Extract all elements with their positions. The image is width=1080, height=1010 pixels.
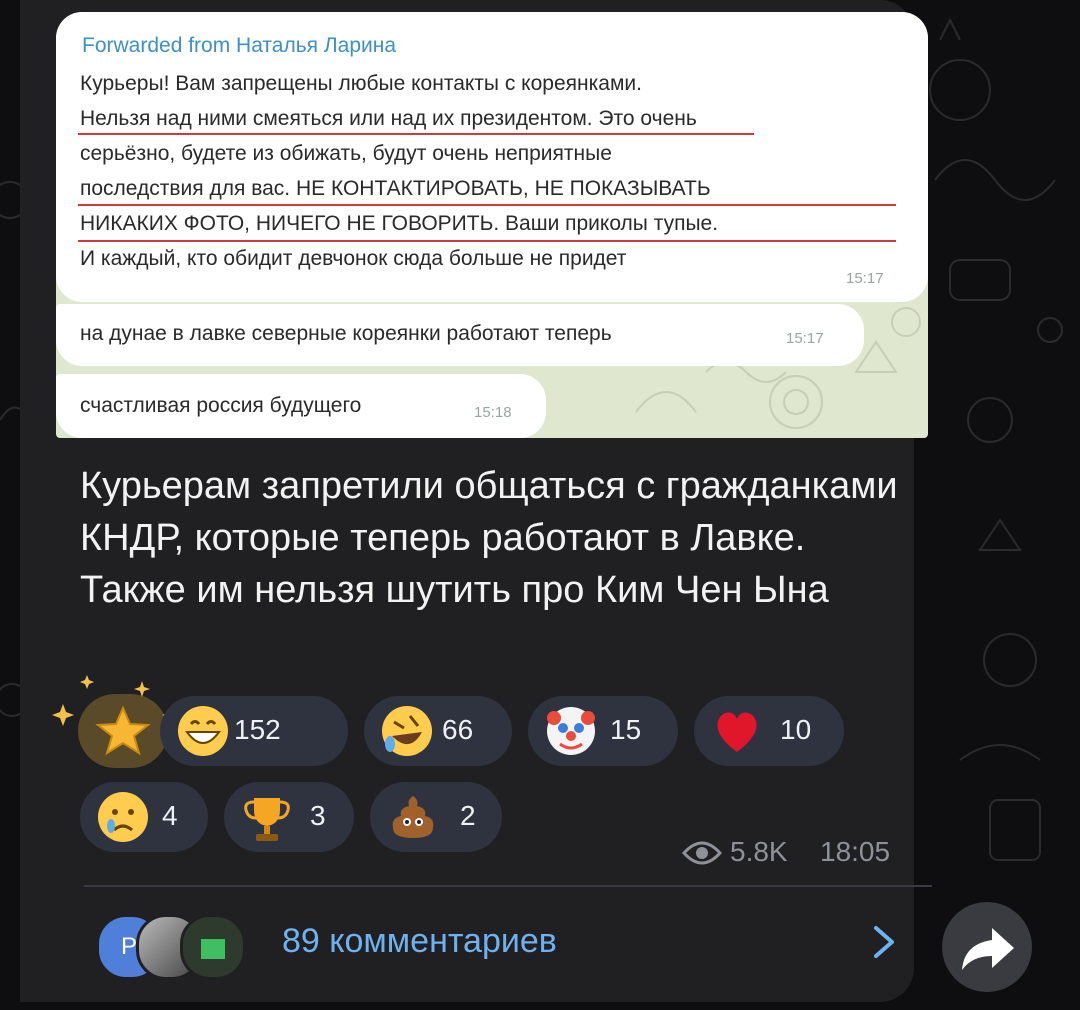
message-line: Нельзя над ними смеяться или над их през… [80,107,697,130]
reaction-chip[interactable]: 66 [364,696,512,766]
channel-post: Forwarded from Наталья Ларина Курьеры! В… [20,0,932,1002]
reaction-count: 2 [460,800,476,831]
message-timestamp: 15:17 [786,330,824,347]
red-underline [78,204,896,206]
forwarded-message-bubble: Forwarded from Наталья Ларина Курьеры! В… [56,12,928,302]
reaction-chip[interactable]: 152 [160,696,348,766]
post-time: 18:05 [820,836,891,867]
post-caption: Курьерам запретили общаться с гражданкам… [80,465,898,611]
embedded-screenshot: Forwarded from Наталья Ларина Курьеры! В… [56,12,928,438]
reaction-count: 15 [610,714,642,745]
reaction-chip[interactable]: 10 [694,696,844,766]
crying-emoji [98,792,148,842]
message-text: счастливая россия будущего [80,394,362,417]
reaction-count: 10 [780,714,812,745]
message-bubble: счастливая россия будущего 15:18 [56,374,546,438]
reaction-chip[interactable]: 4 [80,782,208,852]
divider [84,885,932,887]
red-underline [78,240,896,242]
message-line: серьёзно, будете из обижать, будут очень… [80,142,612,165]
reaction-count: 4 [162,800,178,831]
message-line: последствия для вас. НЕ КОНТАКТИРОВАТЬ, … [80,177,711,200]
reaction-count: 3 [310,800,326,831]
message-timestamp: 15:17 [846,270,884,287]
view-count: 5.8K [730,836,788,867]
red-underline [78,133,754,135]
poop-emoji [392,796,434,838]
reaction-count: 66 [442,714,474,745]
message-line: НИКАКИХ ФОТО, НИЧЕГО НЕ ГОВОРИТЬ. Ваши п… [80,212,719,235]
forwarded-from-label[interactable]: Forwarded from Наталья Ларина [82,34,396,58]
message-timestamp: 15:18 [474,404,512,421]
reaction-chip[interactable]: 15 [528,696,678,766]
heart-emoji [717,712,757,752]
eye-icon [682,841,722,865]
comments-label[interactable]: 89 комментариев [282,922,557,961]
share-arrow-icon [962,928,1014,970]
chevron-right-icon[interactable] [866,922,902,962]
reaction-count: 152 [234,714,281,745]
message-line: И каждый, кто обидит девчонок сюда больш… [80,247,627,270]
avatar [180,914,246,980]
grin-emoji [178,706,228,756]
reaction-chip[interactable]: 3 [224,782,354,852]
reaction-chip[interactable]: 2 [370,782,502,852]
share-button[interactable] [942,902,1032,992]
trophy-emoji [244,798,290,841]
rofl-emoji [382,706,432,756]
message-line: Курьеры! Вам запрещены любые контакты с … [80,72,642,95]
clown-emoji [547,707,595,755]
message-text: на дунае в лавке северные кореянки работ… [80,322,612,345]
message-bubble: на дунае в лавке северные кореянки работ… [56,304,864,366]
